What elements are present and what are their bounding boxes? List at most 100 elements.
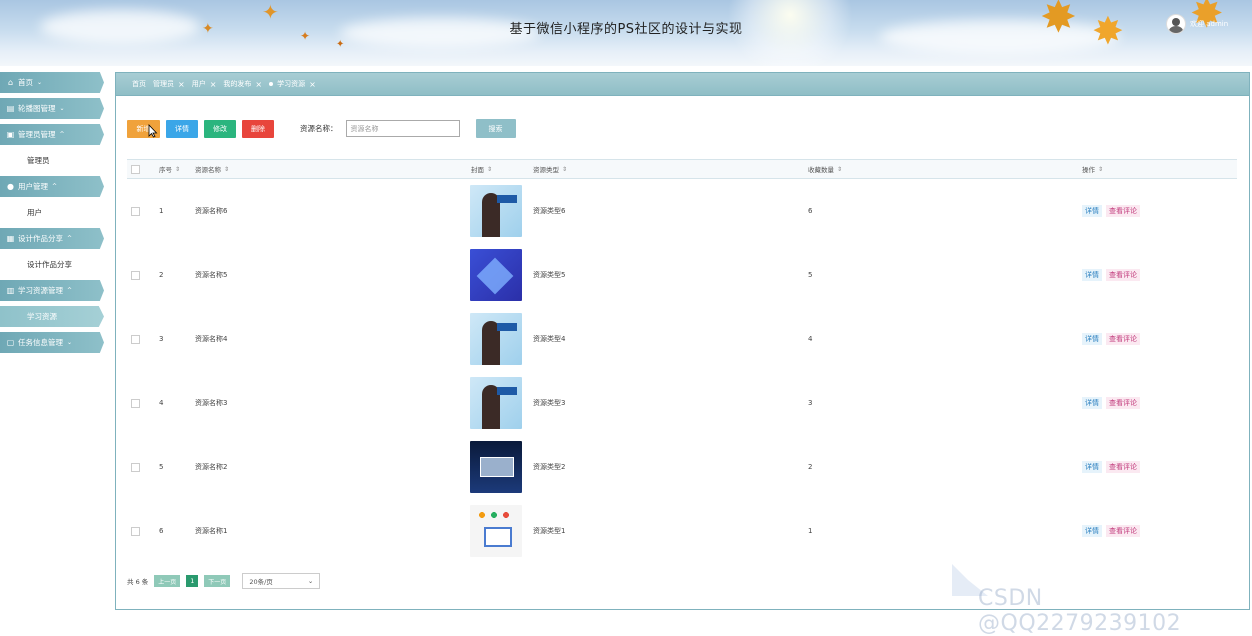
row-comment-button[interactable]: 查看评论	[1106, 461, 1140, 473]
close-icon[interactable]: ×	[255, 80, 262, 89]
sort-icon: ⇕	[837, 165, 843, 173]
row-name: 资源名称4	[195, 335, 228, 343]
sidebar-subitem-admin[interactable]: 管理员	[0, 150, 108, 171]
delete-button[interactable]: 删除	[242, 119, 274, 138]
cover-image	[470, 313, 522, 365]
sort-icon: ⇕	[224, 165, 230, 173]
row-detail-button[interactable]: 详情	[1082, 397, 1102, 409]
cover-image	[470, 377, 522, 429]
edit-button[interactable]: 修改	[204, 119, 236, 138]
tab-users[interactable]: 用户 ×	[192, 79, 217, 89]
chevron-up-icon: ^	[67, 287, 73, 294]
sidebar-item-admin[interactable]: ▣ 管理员管理 ^	[0, 124, 104, 145]
row-comment-button[interactable]: 查看评论	[1106, 333, 1140, 345]
row-checkbox[interactable]	[131, 499, 140, 563]
mouse-cursor-icon	[148, 124, 158, 138]
col-actions[interactable]: 操作 ⇕	[1082, 160, 1103, 178]
row-detail-button[interactable]: 详情	[1082, 461, 1102, 473]
row-favorites: 1	[808, 527, 813, 535]
row-actions: 详情 查看评论	[1082, 499, 1140, 563]
search-input[interactable]: 资源名称	[345, 120, 460, 137]
row-actions: 详情 查看评论	[1082, 243, 1140, 307]
row-favorites: 6	[808, 207, 813, 215]
sidebar-item-label: 用户管理	[18, 182, 48, 191]
sort-icon: ⇕	[487, 165, 493, 173]
row-favorites: 5	[808, 271, 813, 279]
row-type: 资源类型2	[533, 463, 566, 471]
sidebar-item-label: 轮播图管理	[18, 104, 56, 113]
detail-button[interactable]: 详情	[166, 119, 198, 138]
col-index[interactable]: 序号 ⇕	[159, 160, 180, 178]
close-icon[interactable]: ×	[210, 80, 217, 89]
tab-resources[interactable]: 学习资源 ×	[269, 79, 316, 89]
table-row[interactable]: 5 资源名称2 资源类型2 2 详情 查看评论	[127, 435, 1237, 499]
tab-label: 我的发布	[223, 80, 252, 88]
row-checkbox[interactable]	[131, 307, 140, 371]
tab-my-posts[interactable]: 我的发布 ×	[223, 79, 262, 89]
sidebar-item-carousel[interactable]: ▤ 轮播图管理 ⌄	[0, 98, 104, 119]
row-name: 资源名称3	[195, 399, 228, 407]
select-all-checkbox[interactable]	[131, 160, 140, 178]
sidebar-subitem-design-share[interactable]: 设计作品分享	[0, 254, 108, 275]
home-icon: ⌂	[7, 78, 14, 87]
sidebar-item-label: 设计作品分享	[18, 234, 63, 243]
table-row[interactable]: 6 资源名称1 资源类型1 1 详情 查看评论	[127, 499, 1237, 563]
sidebar-item-resources[interactable]: ▥ 学习资源管理 ^	[0, 280, 104, 301]
table-row[interactable]: 3 资源名称4 资源类型4 4 详情 查看评论	[127, 307, 1237, 371]
toolbar: 新增 详情 修改 删除 资源名称： 资源名称 搜索	[127, 119, 522, 138]
row-type: 资源类型6	[533, 207, 566, 215]
cover-image	[470, 249, 522, 301]
search-label: 资源名称：	[300, 124, 338, 133]
row-checkbox[interactable]	[131, 243, 140, 307]
column-label: 操作	[1082, 166, 1095, 174]
row-detail-button[interactable]: 详情	[1082, 333, 1102, 345]
sidebar-item-tasks[interactable]: ▢ 任务信息管理 ⌄	[0, 332, 104, 353]
table-row[interactable]: 2 资源名称5 资源类型5 5 详情 查看评论	[127, 243, 1237, 307]
current-page-button[interactable]: 1	[186, 575, 199, 587]
table-row[interactable]: 4 资源名称3 资源类型3 3 详情 查看评论	[127, 371, 1237, 435]
row-checkbox[interactable]	[131, 371, 140, 435]
tab-admin[interactable]: 管理员 ×	[153, 79, 185, 89]
col-name[interactable]: 资源名称 ⇕	[195, 160, 229, 178]
tab-home[interactable]: 首页	[132, 79, 146, 89]
row-index: 3	[159, 335, 164, 343]
row-comment-button[interactable]: 查看评论	[1106, 525, 1140, 537]
row-cover	[470, 179, 522, 243]
close-icon[interactable]: ×	[178, 80, 185, 89]
avatar	[1166, 14, 1186, 34]
chevron-down-icon: ⌄	[59, 105, 65, 112]
col-cover[interactable]: 封面 ⇕	[471, 160, 492, 178]
sidebar-item-home[interactable]: ⌂ 首页 ⌄	[0, 72, 104, 93]
next-page-button[interactable]: 下一页	[204, 575, 231, 587]
watermark-text: CSDN @QQ2279239102	[978, 586, 1182, 636]
col-type[interactable]: 资源类型 ⇕	[533, 160, 567, 178]
row-checkbox[interactable]	[131, 179, 140, 243]
row-checkbox[interactable]	[131, 435, 140, 499]
sidebar-item-users[interactable]: ● 用户管理 ^	[0, 176, 104, 197]
sidebar-item-label: 首页	[18, 78, 33, 87]
cover-image	[470, 505, 522, 557]
col-favorites[interactable]: 收藏数量 ⇕	[808, 160, 842, 178]
sort-icon: ⇕	[175, 165, 181, 173]
table-header: 序号 ⇕ 资源名称 ⇕ 封面 ⇕ 资源类型 ⇕ 收藏数量 ⇕ 操作 ⇕	[127, 159, 1237, 179]
sidebar-subitem-resources[interactable]: 学习资源	[0, 306, 104, 327]
user-menu[interactable]: 欢迎 admin	[1166, 14, 1228, 34]
resource-table: 序号 ⇕ 资源名称 ⇕ 封面 ⇕ 资源类型 ⇕ 收藏数量 ⇕ 操作 ⇕ 1 资源名称6 资源…	[127, 159, 1237, 563]
close-icon[interactable]: ×	[309, 80, 316, 89]
page-size-select[interactable]: 20条/页 ⌄	[242, 573, 321, 589]
row-type: 资源类型1	[533, 527, 566, 535]
row-detail-button[interactable]: 详情	[1082, 205, 1102, 217]
row-comment-button[interactable]: 查看评论	[1106, 269, 1140, 281]
row-comment-button[interactable]: 查看评论	[1106, 397, 1140, 409]
prev-page-button[interactable]: 上一页	[154, 575, 181, 587]
sidebar-item-design-share[interactable]: ▦ 设计作品分享 ^	[0, 228, 104, 249]
search-button[interactable]: 搜索	[475, 119, 516, 138]
tab-label: 用户	[191, 80, 206, 88]
column-label: 资源类型	[533, 166, 559, 174]
row-detail-button[interactable]: 详情	[1082, 525, 1102, 537]
table-row[interactable]: 1 资源名称6 资源类型6 6 详情 查看评论	[127, 179, 1237, 243]
sidebar-subitem-users[interactable]: 用户	[0, 202, 108, 223]
row-detail-button[interactable]: 详情	[1082, 269, 1102, 281]
cover-image	[470, 185, 522, 237]
row-comment-button[interactable]: 查看评论	[1106, 205, 1140, 217]
